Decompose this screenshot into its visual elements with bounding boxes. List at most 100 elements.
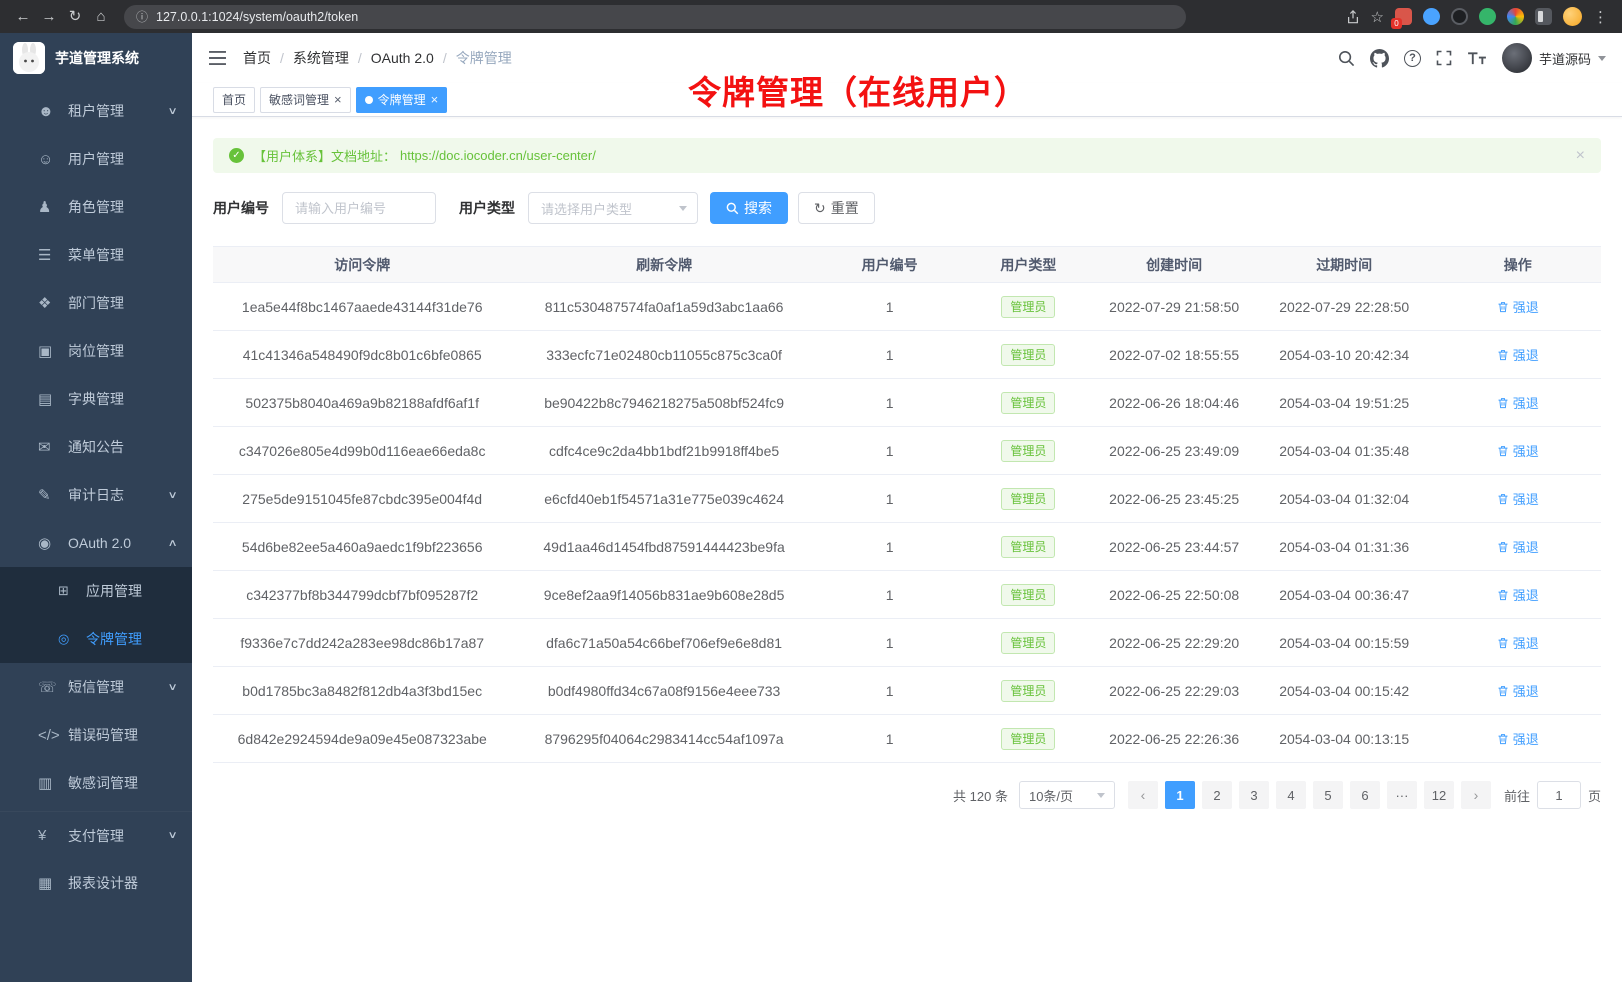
sidebar-item-menu[interactable]: ☰ 菜单管理 [0,231,192,279]
page-button-1[interactable]: 1 [1165,781,1195,809]
github-icon[interactable] [1370,49,1389,68]
page-more-button[interactable]: ··· [1387,781,1417,809]
success-check-icon: ✓ [229,148,244,163]
sidebar-item-oauth2[interactable]: ◉ OAuth 2.0 ∧ [0,519,192,567]
column-header: 刷新令牌 [511,247,816,283]
reset-button[interactable]: ↻ 重置 [798,192,875,224]
page-button-5[interactable]: 5 [1313,781,1343,809]
sidebar-item-report[interactable]: ▦ 报表设计器 [0,859,192,907]
app-title: 芋道管理系统 [55,48,139,68]
sidebar-item-tenant[interactable]: ☻ 租户管理 ∨ [0,87,192,135]
user-id-cell: 1 [817,475,963,523]
alert-close-icon[interactable]: × [1576,147,1585,165]
app-logo[interactable]: 芋道管理系统 [0,33,192,83]
extension-green-icon[interactable] [1479,8,1496,25]
sidebar-item-sensitiveword[interactable]: ▥ 敏感词管理 [0,759,192,807]
action-cell: 强退 [1434,667,1601,715]
search-button[interactable]: 搜索 [710,192,788,224]
force-logout-button[interactable]: 强退 [1497,393,1539,412]
browser-back-button[interactable]: ← [10,4,36,30]
extension-red-icon[interactable]: 0 [1395,8,1412,25]
help-icon[interactable]: ? [1404,50,1421,67]
sidebar-item-role[interactable]: ♟ 角色管理 [0,183,192,231]
browser-forward-button[interactable]: → [36,4,62,30]
browser-menu-icon[interactable]: ⋮ [1593,8,1608,26]
user-type-cell: 管理员 [963,283,1095,331]
page-button-6[interactable]: 6 [1350,781,1380,809]
alert-text: 【用户体系】文档地址： [253,146,396,165]
force-logout-button[interactable]: 强退 [1497,489,1539,508]
force-logout-button[interactable]: 强退 [1497,297,1539,316]
breadcrumb-oauth2[interactable]: OAuth 2.0 [371,50,456,66]
site-info-icon[interactable]: ⓘ [136,8,148,25]
hamburger-icon[interactable] [208,50,227,66]
page-button-3[interactable]: 3 [1239,781,1269,809]
chevron-down-icon [679,206,687,211]
column-header: 操作 [1434,247,1601,283]
chevron-down-icon: ∨ [167,490,177,501]
user-type-badge: 管理员 [1001,488,1055,510]
force-logout-button[interactable]: 强退 [1497,729,1539,748]
refresh-token-cell: dfa6c71a50a54c66bef706ef9e6e8d81 [511,619,816,667]
page-size-select[interactable]: 10条/页 [1019,781,1115,809]
access-token-cell: c347026e805e4d99b0d116eae66eda8c [213,427,511,475]
page-button-2[interactable]: 2 [1202,781,1232,809]
share-icon[interactable] [1346,10,1360,24]
page-button-4[interactable]: 4 [1276,781,1306,809]
sidebar-item-sms[interactable]: ☏ 短信管理 ∨ [0,663,192,711]
browser-reload-button[interactable]: ↻ [62,4,88,30]
extension-dark-icon[interactable] [1451,8,1468,25]
browser-home-button[interactable]: ⌂ [88,4,114,30]
close-icon[interactable]: × [431,93,439,106]
tab-home[interactable]: 首页 [213,87,255,113]
extension-color-icon[interactable] [1507,8,1524,25]
sidebar-item-dict[interactable]: ▤ 字典管理 [0,375,192,423]
user-type-select[interactable]: 请选择用户类型 [528,192,698,224]
goto-page-input[interactable] [1537,781,1581,809]
bookmark-star-icon[interactable]: ☆ [1371,8,1384,26]
doc-link[interactable]: https://doc.iocoder.cn/user-center/ [400,148,596,163]
sidebar-item-user[interactable]: ☺ 用户管理 [0,135,192,183]
search-icon[interactable] [1338,50,1355,67]
browser-profile-avatar[interactable] [1563,7,1582,26]
page-button-12[interactable]: 12 [1424,781,1454,809]
force-logout-button[interactable]: 强退 [1497,681,1539,700]
force-logout-button[interactable]: 强退 [1497,585,1539,604]
sidebar-item-dept[interactable]: ❖ 部门管理 [0,279,192,327]
expire-time-cell: 2054-03-04 01:31:36 [1254,523,1434,571]
tab-sensitive-word[interactable]: 敏感词管理 × [260,87,351,113]
access-token-cell: 54d6be82ee5a460a9aedc1f9bf223656 [213,523,511,571]
address-bar[interactable]: ⓘ 127.0.0.1:1024/system/oauth2/token [124,5,1186,29]
force-logout-button[interactable]: 强退 [1497,633,1539,652]
breadcrumb-system[interactable]: 系统管理 [293,48,371,68]
sidebar-item-oauth2-app[interactable]: ⊞ 应用管理 [0,567,192,615]
sidebar-item-oauth2-token[interactable]: ◎ 令牌管理 [0,615,192,663]
force-logout-button[interactable]: 强退 [1497,441,1539,460]
close-icon[interactable]: × [334,93,342,106]
user-id-cell: 1 [817,331,963,379]
font-size-icon[interactable] [1467,51,1487,66]
force-logout-button[interactable]: 强退 [1497,537,1539,556]
user-menu[interactable]: 芋道源码 [1502,43,1606,73]
sidebar-item-post[interactable]: ▣ 岗位管理 [0,327,192,375]
sidebar-item-auditlog[interactable]: ✎ 审计日志 ∨ [0,471,192,519]
prev-page-button[interactable]: ‹ [1128,781,1158,809]
extension-split-icon[interactable] [1535,8,1552,25]
sidebar-item-notice[interactable]: ✉ 通知公告 [0,423,192,471]
sidebar-item-errorcode[interactable]: </> 错误码管理 [0,711,192,759]
sidebar-item-pay[interactable]: ¥ 支付管理 ∨ [0,811,192,859]
column-header: 创建时间 [1094,247,1254,283]
user-id-cell: 1 [817,715,963,763]
next-page-button[interactable]: › [1461,781,1491,809]
fullscreen-icon[interactable] [1436,50,1452,66]
force-logout-button[interactable]: 强退 [1497,345,1539,364]
main-area: 首页 系统管理 OAuth 2.0 令牌管理 ? [192,33,1622,982]
tab-token[interactable]: 令牌管理 × [356,87,448,113]
extension-blue-icon[interactable] [1423,8,1440,25]
user-id-input[interactable] [282,192,436,224]
breadcrumb-home[interactable]: 首页 [243,48,293,68]
notice-icon: ✉ [38,438,68,456]
sidebar-menu: ☻ 租户管理 ∨ ☺ 用户管理 ♟ 角色管理 ☰ 菜单管理 ❖ [0,83,192,907]
refresh-token-cell: 49d1aa46d1454fbd87591444423be9fa [511,523,816,571]
user-id-cell: 1 [817,619,963,667]
